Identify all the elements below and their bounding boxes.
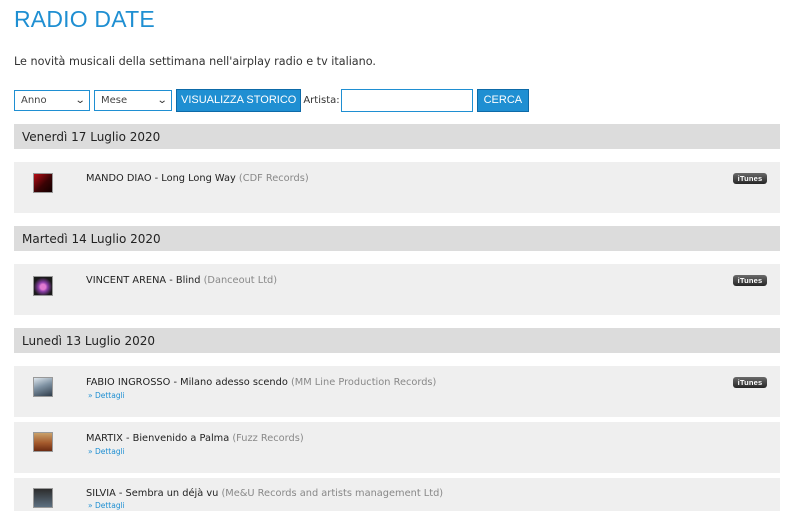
release-row[interactable]: SILVIA - Sembra un déjà vu (Me&U Records…	[14, 478, 780, 511]
details-link[interactable]: » Dettagli	[88, 447, 125, 456]
itunes-badge[interactable]: iTunes	[733, 173, 767, 184]
album-cover	[33, 488, 53, 508]
artist-label: Artista:	[303, 94, 340, 106]
release-label: (MM Line Production Records)	[290, 377, 437, 388]
release-text: MANDO DIAO - Long Long Way (CDF Records)	[86, 173, 309, 184]
release-row[interactable]: MANDO DIAO - Long Long Way (CDF Records)…	[14, 162, 780, 213]
release-label: (Fuzz Records)	[232, 433, 304, 444]
details-link[interactable]: » Dettagli	[88, 501, 125, 510]
search-button[interactable]: CERCA	[476, 88, 530, 112]
history-button[interactable]: VISUALIZZA STORICO	[176, 88, 302, 112]
release-text: SILVIA - Sembra un déjà vu (Me&U Records…	[86, 488, 443, 499]
itunes-badge[interactable]: iTunes	[733, 377, 767, 388]
chevron-down-icon: ⌄	[74, 94, 86, 106]
album-cover	[33, 377, 53, 397]
month-select-value: Mese	[101, 94, 128, 106]
itunes-badge[interactable]: iTunes	[733, 275, 767, 286]
page-title: RADIO DATE	[14, 6, 155, 32]
release-title: FABIO INGROSSO - Milano adesso scendo	[86, 377, 288, 388]
release-title: MANDO DIAO - Long Long Way	[86, 173, 236, 184]
album-cover	[33, 432, 53, 452]
page-subtitle: Le novità musicali della settimana nell'…	[14, 55, 376, 68]
release-label: (Me&U Records and artists management Ltd…	[221, 488, 444, 499]
album-cover	[33, 173, 53, 193]
release-row[interactable]: FABIO INGROSSO - Milano adesso scendo (M…	[14, 366, 780, 417]
release-label: (CDF Records)	[238, 173, 309, 184]
release-text: MARTIX - Bienvenido a Palma (Fuzz Record…	[86, 433, 304, 444]
release-row[interactable]: VINCENT ARENA - Blind (Danceout Ltd) iTu…	[14, 264, 780, 315]
release-text: VINCENT ARENA - Blind (Danceout Ltd)	[86, 275, 277, 286]
date-header: Martedì 14 Luglio 2020	[14, 226, 780, 251]
album-cover	[33, 276, 53, 296]
filter-toolbar: Anno ⌄ Mese ⌄ VISUALIZZA STORICO Artista…	[14, 88, 530, 112]
release-row[interactable]: MARTIX - Bienvenido a Palma (Fuzz Record…	[14, 422, 780, 473]
release-label: (Danceout Ltd)	[203, 275, 278, 286]
year-select-value: Anno	[21, 94, 47, 106]
release-title: MARTIX - Bienvenido a Palma	[86, 433, 230, 444]
year-select[interactable]: Anno ⌄	[14, 89, 90, 111]
details-link[interactable]: » Dettagli	[88, 391, 125, 400]
release-title: SILVIA - Sembra un déjà vu	[86, 488, 219, 499]
date-header: Lunedì 13 Luglio 2020	[14, 328, 780, 353]
radio-date-page: RADIO DATE Le novità musicali della sett…	[0, 0, 800, 511]
chevron-down-icon: ⌄	[156, 94, 168, 106]
date-header: Venerdì 17 Luglio 2020	[14, 124, 780, 149]
release-title: VINCENT ARENA - Blind	[86, 275, 201, 286]
release-text: FABIO INGROSSO - Milano adesso scendo (M…	[86, 377, 436, 388]
month-select[interactable]: Mese ⌄	[94, 89, 172, 111]
artist-input[interactable]	[340, 88, 473, 112]
